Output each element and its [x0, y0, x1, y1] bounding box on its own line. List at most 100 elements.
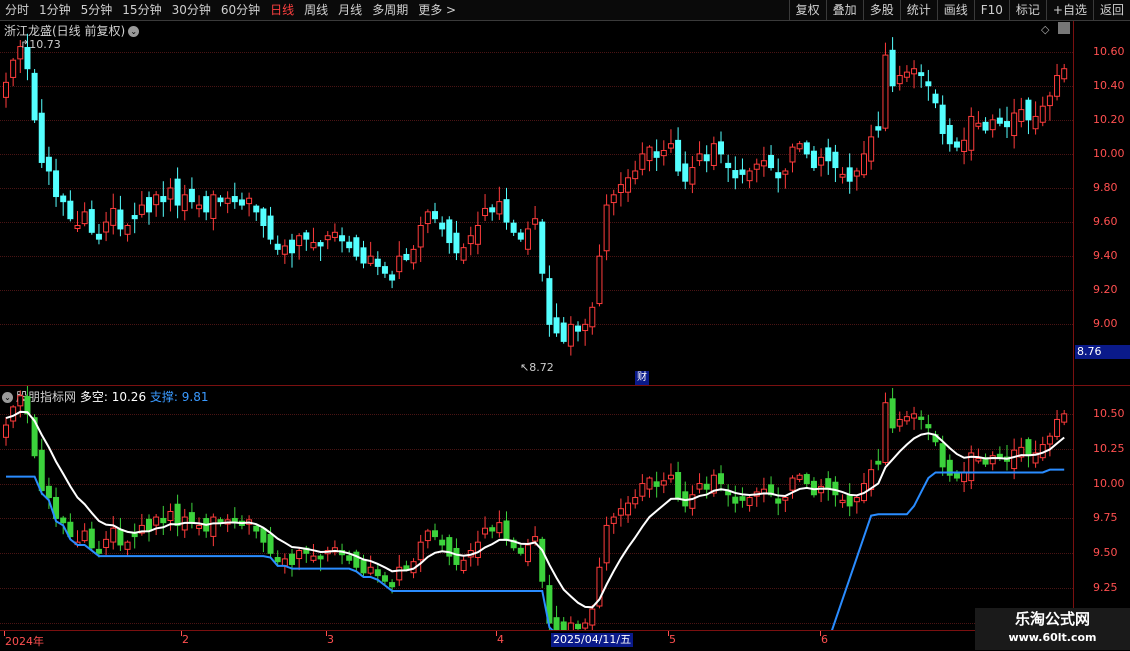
candle-body: [474, 541, 481, 559]
tool-button-5[interactable]: F10: [973, 0, 1009, 20]
candle-body: [460, 247, 467, 261]
indicator-candle: [667, 463, 674, 483]
candle-body: [110, 527, 117, 543]
period-tab-9[interactable]: 多周期: [367, 0, 413, 20]
period-tab-3[interactable]: 15分钟: [117, 0, 166, 20]
tool-button-7[interactable]: +自选: [1045, 0, 1093, 20]
period-tab-1[interactable]: 1分钟: [34, 0, 76, 20]
tool-button-4[interactable]: 画线: [936, 0, 974, 20]
period-tab-0[interactable]: 分时: [0, 0, 34, 20]
candle-body: [825, 478, 832, 490]
candle-body: [875, 126, 882, 131]
period-tab-10[interactable]: 更多 >: [413, 0, 461, 20]
period-tab-7[interactable]: 周线: [299, 0, 333, 20]
indicator-candle: [882, 392, 889, 466]
candle-body: [775, 172, 782, 179]
period-tab-6[interactable]: 日线: [265, 0, 299, 20]
indicator-candle: [1061, 410, 1068, 426]
tool-button-3[interactable]: 统计: [899, 0, 937, 20]
candle: [403, 248, 410, 262]
candle-body: [918, 72, 925, 77]
indicator-candle: [918, 410, 925, 430]
candle-body: [832, 481, 839, 496]
tool-button-8[interactable]: 返回: [1092, 0, 1130, 20]
candle: [696, 141, 703, 166]
candle: [989, 114, 996, 138]
candle-body: [467, 235, 474, 245]
indicator-candle: [331, 540, 338, 556]
indicator-candle: [167, 503, 174, 531]
indicator-candle: [589, 604, 596, 630]
candle-body: [353, 237, 360, 257]
candle-body: [896, 75, 903, 85]
candle: [339, 227, 346, 253]
indicator-candle: [567, 616, 574, 630]
candle: [768, 145, 775, 171]
candle-body: [589, 306, 596, 328]
candle-body: [939, 104, 946, 134]
candle-body: [667, 474, 674, 480]
period-tab-2[interactable]: 5分钟: [76, 0, 118, 20]
candle: [825, 138, 832, 175]
candle-body: [81, 530, 88, 542]
candle: [274, 235, 281, 255]
y-tick-label: 10.50: [1093, 406, 1125, 420]
candle-body: [632, 497, 639, 505]
candle: [53, 158, 60, 207]
candle-body: [453, 547, 460, 565]
candle-body: [339, 235, 346, 242]
candle-body: [324, 235, 331, 241]
indicator-chart[interactable]: [0, 386, 1073, 630]
date-label: 2024年: [5, 635, 44, 648]
candle-body: [196, 524, 203, 529]
candle: [453, 220, 460, 261]
candle-body: [389, 274, 396, 281]
indicator-candle: [725, 484, 732, 507]
candle-body: [925, 81, 932, 87]
period-tab-4[interactable]: 30分钟: [167, 0, 216, 20]
candle-body: [1004, 121, 1010, 128]
tool-button-0[interactable]: 复权: [788, 0, 826, 20]
watermark-url: www.60lt.com: [1008, 631, 1097, 644]
candle-body: [675, 139, 682, 172]
candle-body: [789, 146, 796, 163]
indicator-candle: [861, 473, 867, 504]
indicator-candle: [131, 523, 138, 549]
indicator-candle: [582, 618, 589, 630]
candle: [882, 42, 889, 132]
financial-event-marker[interactable]: 财: [635, 371, 649, 385]
candle-body: [381, 575, 388, 582]
candle-body: [925, 424, 932, 429]
candle-body: [646, 477, 653, 490]
tool-button-6[interactable]: 标记: [1008, 0, 1046, 20]
tool-button-2[interactable]: 多股: [862, 0, 900, 20]
duokong-line: [5, 410, 1065, 609]
candle: [682, 151, 689, 190]
candle: [367, 241, 374, 267]
candle-body: [503, 199, 510, 223]
candle-body: [682, 163, 689, 182]
candle-body: [153, 194, 160, 206]
candle-body: [253, 525, 260, 532]
tool-button-1[interactable]: 叠加: [825, 0, 863, 20]
candle-body: [803, 142, 810, 155]
candle-body: [796, 474, 803, 480]
indicator-candle: [460, 556, 467, 574]
candle-body: [746, 497, 753, 506]
candle-body: [610, 194, 617, 204]
candle-body: [131, 215, 138, 220]
candle: [789, 143, 796, 173]
candle-body: [932, 93, 939, 104]
candle-body: [953, 141, 960, 148]
candle-body: [1032, 115, 1039, 130]
candle: [260, 207, 267, 238]
indicator-candle: [903, 410, 910, 425]
period-tab-5[interactable]: 60分钟: [216, 0, 265, 20]
candlestick-chart[interactable]: [0, 21, 1073, 384]
candle: [782, 168, 789, 189]
indicator-candle: [961, 462, 968, 493]
period-tab-8[interactable]: 月线: [333, 0, 367, 20]
indicator-candle: [932, 430, 939, 447]
candle-body: [1046, 95, 1053, 107]
candle-body: [296, 235, 303, 247]
